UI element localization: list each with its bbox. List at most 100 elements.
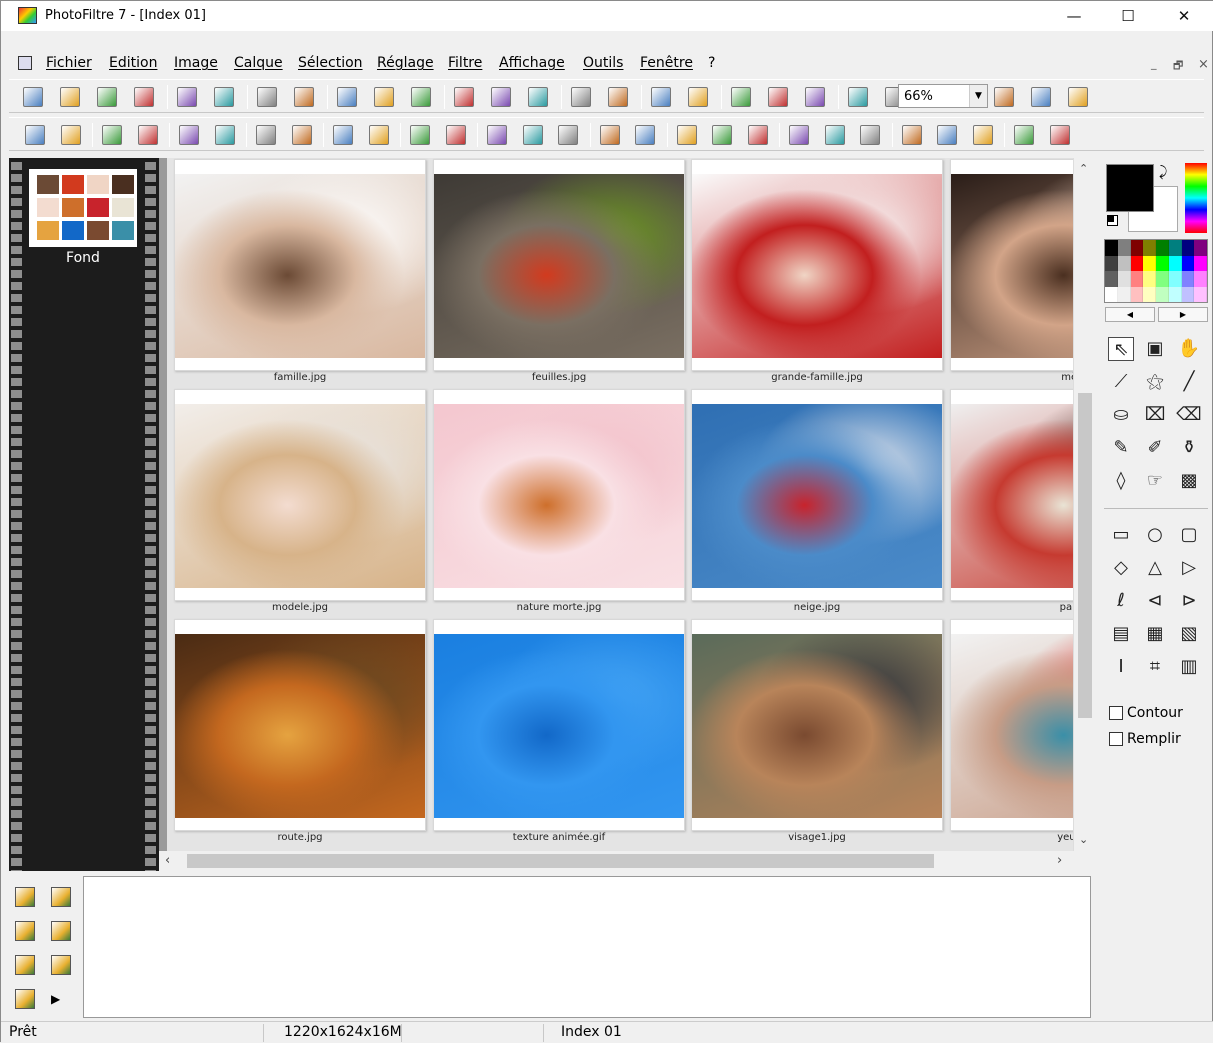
gallery-thumbnail[interactable] [174,389,426,601]
horizontal-scroll-thumb[interactable] [187,854,934,868]
sharpen-more-icon[interactable] [676,125,697,145]
palette-swatch[interactable] [1143,271,1156,287]
menu-help[interactable]: ? [708,55,715,71]
gallery-thumbnail[interactable] [950,389,1073,601]
eraser-icon[interactable]: ⌫ [1176,403,1202,427]
redo-icon[interactable] [294,87,314,107]
palette-swatch[interactable] [1194,271,1207,287]
spectrum-icon[interactable] [824,125,845,145]
mdi-close-button[interactable]: × [1198,57,1209,72]
palette-swatch[interactable] [1105,240,1118,256]
browser-icon[interactable] [805,87,825,107]
fill-icon[interactable] [454,87,474,107]
contrast-plus-icon[interactable] [102,125,122,145]
crop-marks-icon[interactable]: ⌗ [1142,655,1168,679]
palette-swatch[interactable] [1143,255,1156,271]
finger-icon[interactable]: ☞ [1142,469,1168,493]
palette-swatch[interactable] [1130,286,1144,302]
contrast-minus-icon[interactable] [137,125,158,145]
rectangle-icon[interactable]: ▭ [1108,523,1134,547]
vertical-scrollbar[interactable]: ⌃ ⌄ [1073,158,1095,851]
menu-reglage[interactable]: Réglage [377,55,434,71]
new-icon[interactable] [23,87,43,107]
palette-swatch[interactable] [1156,271,1169,287]
menu-image[interactable]: Image [174,55,218,71]
auto-contrast-icon[interactable] [445,125,466,145]
palette-swatch[interactable] [1181,240,1195,256]
transparency-icon[interactable] [528,87,548,107]
palette-swatch[interactable] [1194,255,1207,271]
gamma-plus-icon[interactable] [179,125,199,145]
menu-edition[interactable]: Edition [109,55,157,71]
palette-swatch[interactable] [1156,286,1169,302]
gallery-thumbnail[interactable] [174,619,426,831]
text-icon[interactable] [688,87,708,107]
menu-selection[interactable]: Sélection [298,55,363,71]
layer-properties-icon[interactable] [51,921,71,941]
portrait-icon[interactable]: ▩ [1176,469,1202,493]
palette-prev-button[interactable]: ◀ [1105,307,1155,322]
spray-icon[interactable]: ⌧ [1142,403,1168,427]
triangle-icon[interactable]: △ [1142,556,1168,580]
menu-fenetre[interactable]: Fenêtre [640,55,693,71]
gallery-thumbnail[interactable] [174,159,426,371]
undo-icon[interactable] [257,87,277,107]
scroll-down-icon[interactable]: ⌄ [1079,833,1088,846]
right-triangle-icon[interactable]: ▷ [1176,556,1202,580]
palette-swatch[interactable] [1143,240,1156,256]
reset-colors-icon[interactable] [1107,215,1118,226]
menu-filtre[interactable]: Filtre [448,55,482,71]
diamond-icon[interactable]: ◇ [1108,556,1134,580]
palette-swatch[interactable] [1117,286,1131,302]
palette-next-button[interactable]: ▶ [1158,307,1208,322]
palette-swatch[interactable] [1181,255,1195,271]
duplicate-layer-icon[interactable] [15,921,35,941]
maximize-button[interactable]: ☐ [1105,1,1151,31]
palette-swatch[interactable] [1194,240,1207,256]
remplir-checkbox-box[interactable] [1109,732,1123,746]
levels-icon[interactable] [333,125,353,145]
grid-icon[interactable] [487,125,507,145]
contour-checkbox[interactable]: Contour [1109,705,1183,721]
crop-icon[interactable] [608,87,628,107]
zoom-select[interactable]: 66% ▼ [898,84,988,108]
palette-swatch[interactable] [1130,240,1144,256]
palette-swatch[interactable] [1117,240,1131,256]
blur-icon[interactable] [599,125,620,145]
gallery-thumbnail[interactable] [433,389,685,601]
equalize-icon[interactable] [368,125,389,145]
palette-swatch[interactable] [1168,286,1182,302]
stamp-icon[interactable]: ⚱ [1176,436,1202,460]
document-icon[interactable] [18,56,32,70]
layer-effects-icon[interactable] [15,989,35,1009]
blur-drop-icon[interactable]: ◊ [1108,469,1134,493]
monitor-icon[interactable] [860,125,880,145]
fullscreen-icon[interactable] [1068,87,1088,107]
menu-calque[interactable]: Calque [234,55,283,71]
open-icon[interactable] [60,87,80,107]
menu-fichier[interactable]: Fichier [46,55,92,71]
scroll-up-icon[interactable]: ⌃ [1079,162,1088,175]
flip-icon[interactable] [972,125,993,145]
save-icon[interactable] [97,87,117,107]
chevron-down-icon[interactable]: ▼ [969,85,987,107]
expand-arrow-icon[interactable]: ▶ [51,989,71,1009]
relief-icon[interactable] [747,125,768,145]
palette-swatch[interactable] [1105,271,1118,287]
mosaic-icon[interactable] [491,87,511,107]
palette-swatch[interactable] [1194,286,1207,302]
scroll-right-icon[interactable]: › [1057,853,1062,868]
line-icon[interactable]: ╱ [1176,370,1202,394]
magic-wand-icon[interactable]: ⚝ [1142,370,1168,394]
ratio-4-3-icon[interactable]: ▦ [1142,622,1168,646]
brightness-minus-icon[interactable] [60,125,81,145]
palette-swatch[interactable] [1168,240,1182,256]
eyedropper-icon[interactable]: ⟋ [1108,370,1134,394]
gallery-thumbnail[interactable] [691,389,943,601]
foreground-color-swatch[interactable] [1106,164,1154,212]
palette-swatch[interactable] [1117,271,1131,287]
print-icon[interactable] [177,87,197,107]
save-as-icon[interactable] [134,87,154,107]
contour-checkbox-box[interactable] [1109,706,1123,720]
hand-icon[interactable]: ✋ [1176,337,1202,361]
